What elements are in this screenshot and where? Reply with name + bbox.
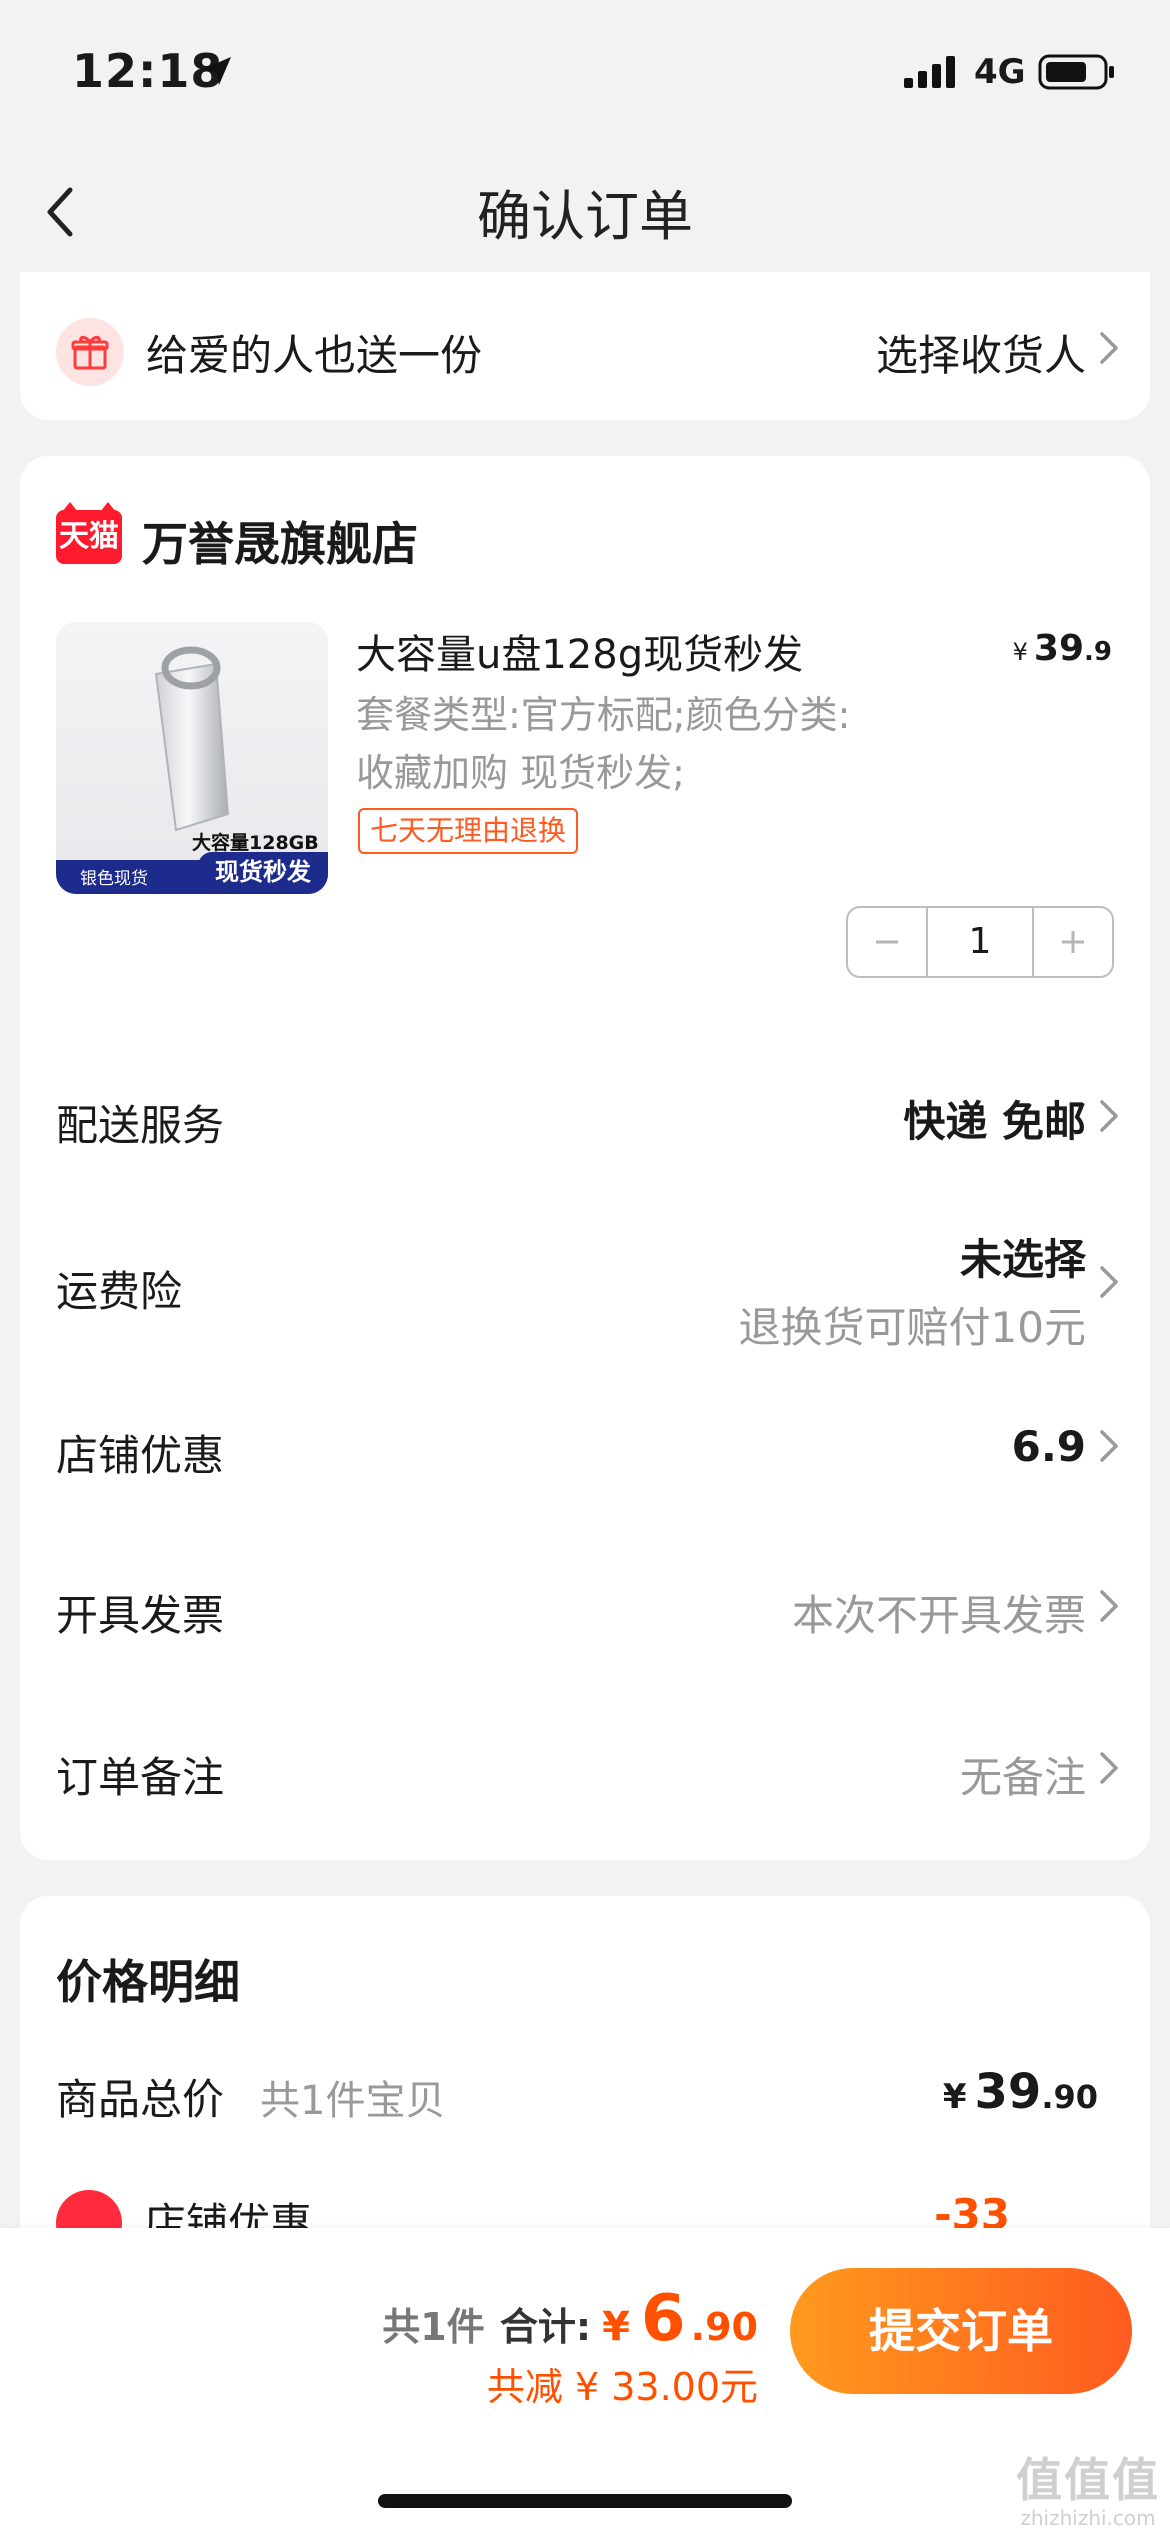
store-discount-detail-label: 店铺优惠 <box>144 2199 313 2228</box>
watermark: 值值值 zhizhizhi.com <box>1016 2453 1160 2530</box>
network-type: 4G <box>974 52 1026 92</box>
total-decimal: .90 <box>690 2305 758 2349</box>
delivery-service-label: 配送服务 <box>56 1101 225 1150</box>
navigation-bar: 确认订单 <box>0 150 1170 270</box>
status-bar: 12:18 4G <box>0 0 1170 150</box>
location-arrow-icon <box>200 54 234 92</box>
store-discount-detail-value: -33 <box>934 2190 1010 2228</box>
savings-text: 共减 ¥ 33.00元 <box>486 2365 758 2409</box>
chevron-right-icon <box>1098 328 1120 372</box>
usb-drive-image <box>154 646 230 832</box>
invoice-value[interactable]: 本次不开具发票 <box>792 1582 1086 1643</box>
thumb-color-label: 银色现货 <box>80 869 148 889</box>
cellular-signal-icon <box>904 56 960 92</box>
shipping-insurance-label: 运费险 <box>56 1267 183 1316</box>
gift-row[interactable]: 给爱的人也送一份 选择收货人 <box>20 272 1150 420</box>
store-discount-value[interactable]: 6.9 <box>1012 1422 1086 1471</box>
thumb-ship-label: 现货秒发 <box>198 852 328 894</box>
product-spec[interactable]: 套餐类型:官方标配;颜色分类: 收藏加购 现货秒发; <box>356 686 916 802</box>
page-title: 确认订单 <box>477 185 693 248</box>
quantity-value[interactable]: 1 <box>926 908 1034 976</box>
invoice-label: 开具发票 <box>56 1591 225 1640</box>
store-discount-label: 店铺优惠 <box>56 1431 225 1480</box>
product-title[interactable]: 大容量u盘128g现货秒发 <box>356 622 803 680</box>
checkout-bar: 共1件 合计: ¥ 6 .90 共减 ¥ 33.00元 提交订单 <box>0 2228 1170 2532</box>
product-image[interactable]: 大容量128GB 银色现货 现货秒发 <box>56 622 328 894</box>
return-policy-tag: 七天无理由退换 <box>358 808 579 854</box>
total-currency: ¥ <box>602 2304 630 2350</box>
chevron-right-icon <box>1098 1586 1120 1630</box>
shipping-insurance-note: 退换货可赔付10元 <box>738 1303 1086 1352</box>
tmall-logo: 天猫 <box>56 502 122 564</box>
choose-recipient-link[interactable]: 选择收货人 <box>876 322 1086 383</box>
battery-icon <box>1038 54 1116 94</box>
delivery-service-value[interactable]: 快递 免邮 <box>903 1088 1086 1149</box>
gift-prompt: 给爱的人也送一份 <box>146 331 483 380</box>
chevron-right-icon <box>1098 1096 1120 1140</box>
home-indicator[interactable] <box>378 2494 792 2508</box>
order-card: 天猫 万誉晟旗舰店 大容量128GB 银色现货 现货秒发 大容量u盘128g现货… <box>20 456 1150 1860</box>
price-detail-heading: 价格明细 <box>56 1955 240 2009</box>
order-note-value[interactable]: 无备注 <box>960 1744 1086 1805</box>
chevron-right-icon <box>1098 1748 1120 1792</box>
quantity-stepper: 1 <box>846 906 1114 978</box>
total-amount: 6 <box>641 2282 686 2356</box>
item-count: 共1件 <box>382 2305 485 2349</box>
subtotal-value: ¥39.90 <box>942 2064 1098 2120</box>
store-discount-detail-row: 店铺优惠 -33 <box>0 2190 1170 2228</box>
shipping-insurance-value[interactable]: 未选择 <box>960 1226 1086 1287</box>
plus-icon <box>1062 931 1084 953</box>
order-note-label: 订单备注 <box>56 1753 225 1802</box>
minus-icon <box>876 940 898 944</box>
coupon-icon <box>56 2190 122 2228</box>
submit-order-button[interactable]: 提交订单 <box>790 2268 1132 2394</box>
total-summary: 共1件 合计: ¥ 6 .90 <box>382 2282 758 2356</box>
chevron-right-icon <box>1098 1262 1120 1306</box>
gift-icon <box>56 318 124 386</box>
thumb-capacity-label: 大容量128GB <box>192 832 319 854</box>
subtotal-label: 商品总价 <box>56 2075 225 2124</box>
product-price: ¥39.9 <box>1012 628 1112 669</box>
total-label: 合计: <box>499 2305 592 2349</box>
chevron-right-icon <box>1098 1426 1120 1470</box>
subtotal-count: 共1件宝贝 <box>260 2078 446 2124</box>
decrease-button[interactable] <box>848 908 926 976</box>
store-name[interactable]: 万誉晟旗舰店 <box>142 508 418 574</box>
increase-button[interactable] <box>1034 908 1112 976</box>
